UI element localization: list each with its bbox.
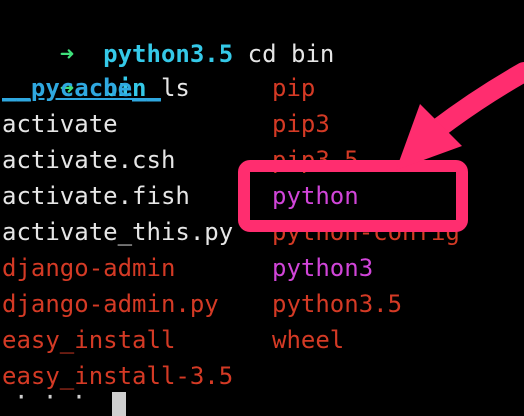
highlight-box — [238, 160, 468, 232]
pointer-arrow-icon — [396, 62, 524, 170]
terminal-window[interactable]: ➜ python3.5 cd bin ➜ bin ls __pycache__ … — [0, 0, 524, 416]
annotation-overlay — [238, 62, 524, 232]
